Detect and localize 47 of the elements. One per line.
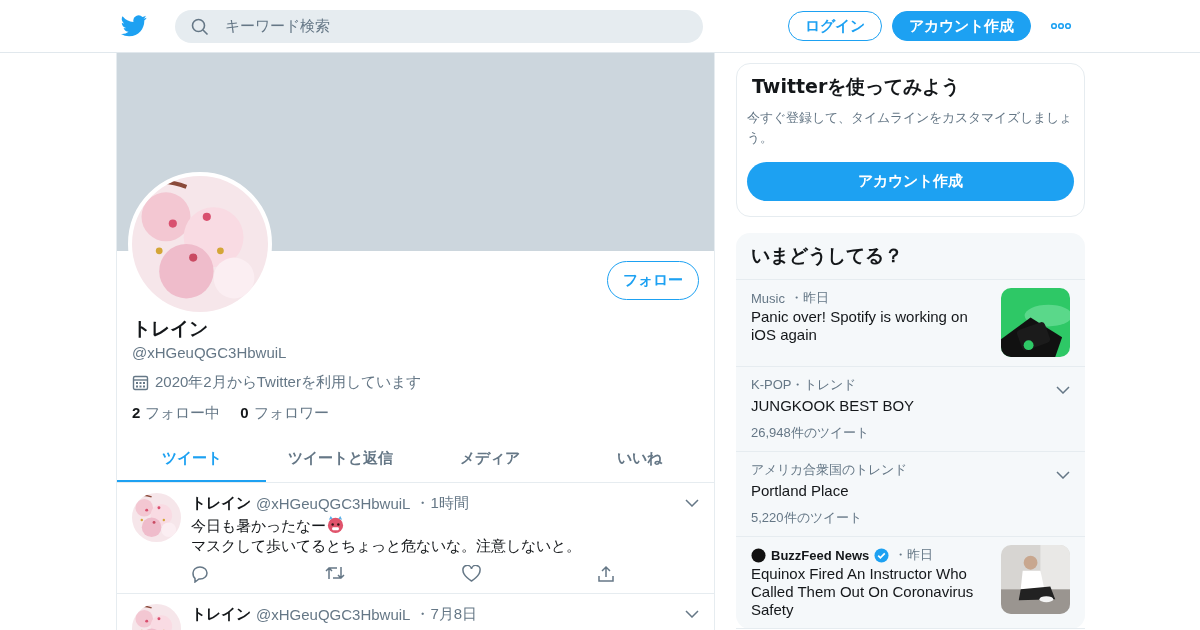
trend-time: ・昨日	[894, 546, 934, 564]
tweet-author-handle[interactable]: @xHGeuQGC3HbwuiL	[256, 605, 411, 623]
chevron-down-icon[interactable]	[685, 610, 699, 618]
reply-icon[interactable]	[191, 565, 209, 583]
tweet-text: 今日も暑かったなー	[191, 515, 699, 536]
profile-name: トレイン	[132, 316, 209, 341]
chevron-down-icon[interactable]	[685, 499, 699, 507]
tweet-count: 5,220件のツイート	[751, 509, 863, 527]
retweet-icon[interactable]	[325, 565, 346, 581]
tweet-author-handle[interactable]: @xHGeuQGC3HbwuiL	[256, 494, 411, 512]
news-headline[interactable]: Panic over! Spotify is working on iOS again	[751, 308, 991, 344]
trend-name[interactable]: Portland Place	[751, 482, 1046, 499]
login-button[interactable]: ログイン	[788, 11, 882, 41]
trend-category: アメリカ合衆国のトレンド	[751, 461, 907, 479]
follow-button[interactable]: フォロー	[607, 261, 699, 300]
chevron-down-icon[interactable]	[1056, 471, 1070, 479]
tweet-author-name[interactable]: トレイン	[191, 493, 251, 513]
trend-category: K-POP・トレンド	[751, 376, 857, 394]
trend-time: ・昨日	[789, 289, 829, 307]
tweet-time[interactable]: ・1時間	[415, 493, 469, 513]
tweet-text: マスクして歩いてるとちょっと危ないな。注意しないと。	[191, 536, 582, 556]
search-icon	[191, 17, 209, 36]
calendar-icon	[132, 374, 149, 391]
profile-handle: @xHGeuQGC3HbwuiL	[132, 344, 288, 361]
bird-logo-icon[interactable]	[121, 15, 147, 37]
source-logo-icon	[751, 547, 766, 563]
following-count[interactable]: 2 フォロー中	[132, 404, 221, 423]
card-title: Twitterを使ってみよう	[751, 74, 962, 99]
heart-icon[interactable]	[461, 565, 481, 582]
signup-button[interactable]: アカウント作成	[892, 11, 1031, 41]
trend-name[interactable]: JUNGKOOK BEST BOY	[751, 397, 1046, 414]
card-text: 今すぐ登録して、タイムラインをカスタマイズしましょう。	[747, 109, 1073, 147]
more-icon[interactable]	[1050, 22, 1072, 30]
chevron-down-icon[interactable]	[1056, 386, 1070, 394]
search-field[interactable]: キーワード検索	[175, 9, 703, 43]
emoji-icon	[326, 515, 345, 534]
join-date: 2020年2月からTwitterを利用しています	[155, 373, 421, 392]
tweet-author-name[interactable]: トレイン	[191, 604, 251, 624]
trends-title: いまどうしてる？	[736, 233, 1085, 280]
followers-count[interactable]: 0 フォロワー	[240, 404, 329, 423]
news-headline[interactable]: Equinox Fired An Instructor Who Called Them Out On Coronavirus Safety	[751, 565, 991, 619]
signup-button[interactable]: アカウント作成	[747, 162, 1074, 201]
trend-category: Music	[751, 290, 785, 306]
tweet-time[interactable]: ・7月8日	[415, 604, 478, 624]
tweet-count: 26,948件のツイート	[751, 424, 870, 442]
news-source[interactable]: BuzzFeed News	[771, 547, 870, 563]
share-icon[interactable]	[597, 565, 615, 583]
